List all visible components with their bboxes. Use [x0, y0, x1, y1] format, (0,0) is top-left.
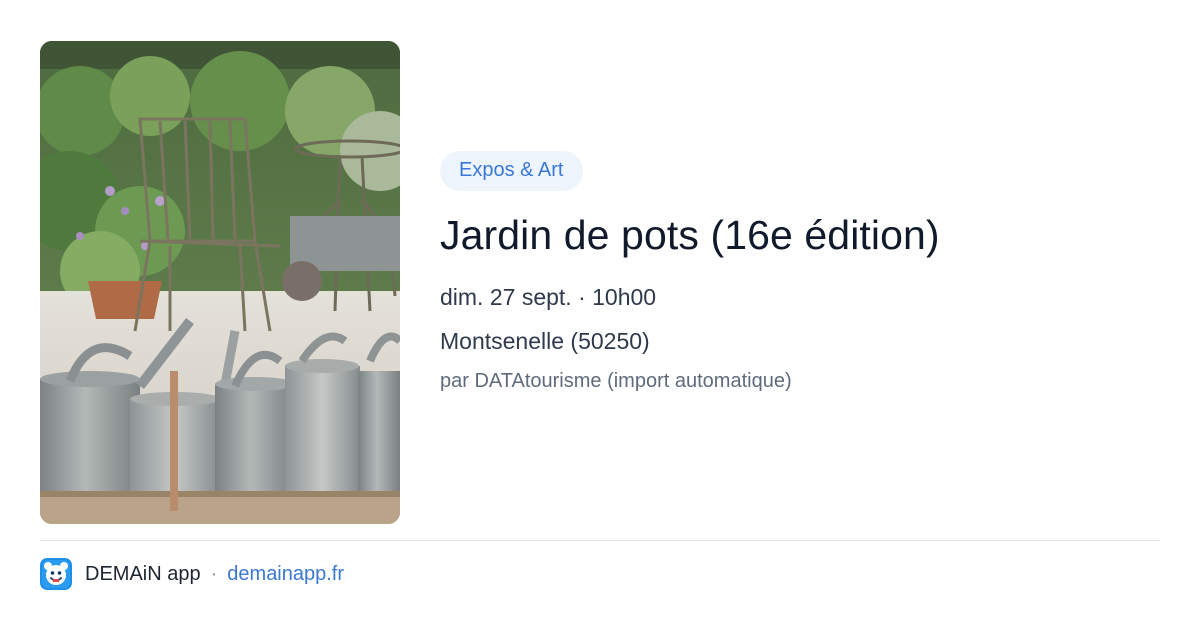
event-source: par DATAtourisme (import automatique) [440, 370, 792, 392]
footer: DEMAiN app · demainapp.fr [40, 558, 344, 590]
event-photo [40, 41, 400, 524]
event-location: Montsenelle (50250) [440, 328, 650, 354]
footer-separator: · [210, 562, 218, 585]
garden-watering-cans-image [40, 41, 400, 524]
app-name: DEMAiN app [85, 562, 201, 585]
category-badge[interactable]: Expos & Art [440, 151, 583, 191]
footer-divider [40, 540, 1160, 541]
event-info: Expos & Art Jardin de pots (16e édition)… [440, 151, 1160, 394]
app-domain-link[interactable]: demainapp.fr [227, 563, 344, 586]
event-datetime: dim. 27 sept. · 10h00 [440, 284, 657, 310]
event-title: Jardin de pots (16e édition) [440, 212, 940, 258]
event-share-card: Expos & Art Jardin de pots (16e édition)… [0, 0, 1200, 630]
app-logo-icon [40, 558, 72, 590]
